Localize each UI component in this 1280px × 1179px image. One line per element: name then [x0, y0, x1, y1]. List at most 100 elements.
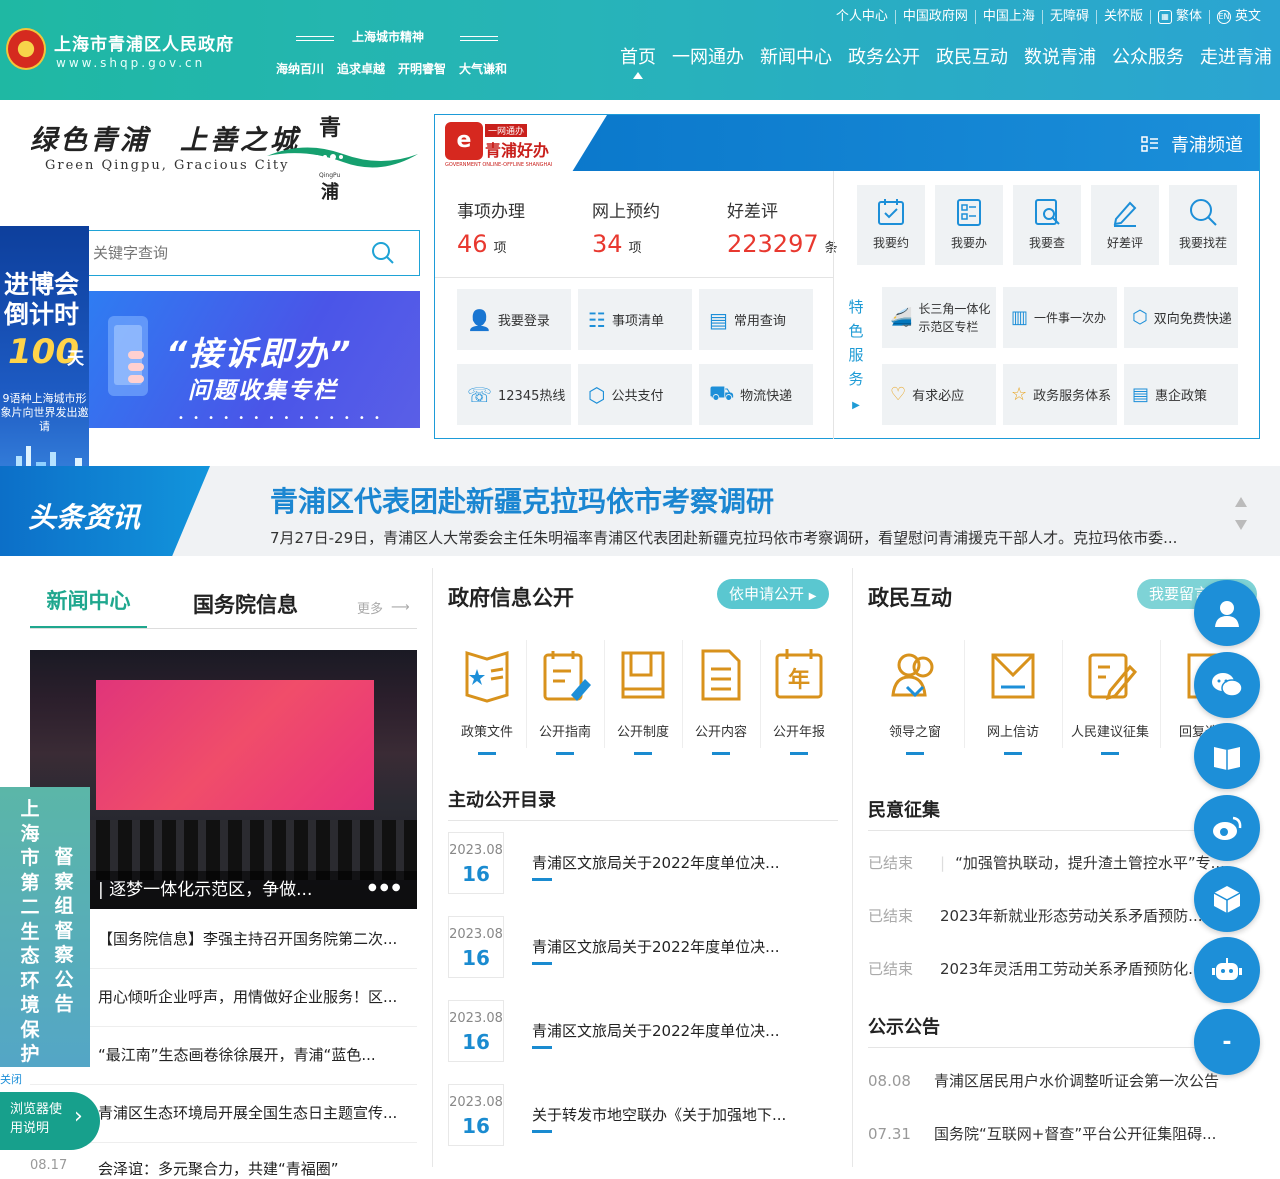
service-divider-v — [833, 171, 834, 439]
quick-apply[interactable]: 我要办 — [935, 185, 1003, 265]
search-icon[interactable] — [371, 241, 395, 265]
nav-about[interactable]: 走进青浦 — [1192, 43, 1280, 69]
float-app-button[interactable] — [1194, 723, 1260, 789]
tile-one-thing[interactable]: ▥ 一件事一次办 — [1003, 287, 1117, 348]
document-search-icon — [1035, 199, 1060, 225]
link-care-edition[interactable]: 关怀版 — [1095, 10, 1150, 24]
news-more-link[interactable]: 更多 ⟶ — [357, 598, 410, 617]
carousel-dots[interactable]: ● ● ● — [368, 882, 401, 893]
opinion-item[interactable]: 已结束 2023年新就业形态劳动关系矛盾预防... — [868, 905, 1246, 925]
link-china-gov[interactable]: 中国政府网 — [894, 10, 975, 24]
tile-logistics[interactable]: ⛟ 物流快递 — [699, 364, 813, 425]
notice-close-button[interactable]: 关闭 — [0, 1071, 22, 1087]
banner-complaint-column[interactable]: “接诉即办” 问题收集专栏 • • • • • • • • • • • • • … — [86, 291, 420, 428]
star-badge-icon: ☆ — [1011, 384, 1028, 405]
news-item[interactable]: 用心倾听企业呼声，用情做好企业服务！区... — [98, 986, 418, 1007]
service-logo[interactable]: e 一网通办 青浦好办 GOVERNMENT ONLINE-OFFLINE SH… — [435, 115, 607, 171]
link-china-shanghai[interactable]: 中国上海 — [974, 10, 1042, 24]
opinion-item[interactable]: 已结束 2023年灵活用工劳动关系矛盾预防化... — [868, 958, 1246, 978]
interact-leaders[interactable]: 领导之窗 — [876, 645, 954, 755]
quick-report[interactable]: 我要找茬 — [1169, 185, 1237, 265]
link-accessibility[interactable]: 无障碍 — [1041, 10, 1096, 24]
tile-on-demand[interactable]: ♡ 有求必应 — [882, 364, 996, 425]
tile-login[interactable]: 👤 我要登录 — [457, 289, 571, 350]
headline-summary[interactable]: 7月27日-29日，青浦区人大常委会主任朱明福率青浦区代表团赴新疆克拉玛依市考察… — [270, 527, 1236, 548]
gov-icon-system[interactable]: 公开制度 — [604, 645, 682, 755]
browser-guide-button[interactable]: 浏览器使用说明 › — [0, 1092, 100, 1150]
directory-item[interactable]: 2023.08 16 青浦区文旅局关于2022年度单位决... — [448, 916, 838, 978]
news-item[interactable]: 青浦区生态环境局开展全国生态日主题宣传... — [98, 1102, 418, 1123]
apply-disclosure-button[interactable]: 依申请公开 ▶ — [717, 579, 829, 609]
opinion-item[interactable]: 已结束 | “加强管执联动，提升渣土管控水平”专... — [868, 852, 1246, 872]
float-user-button[interactable] — [1194, 580, 1260, 646]
nav-news[interactable]: 新闻中心 — [752, 43, 840, 69]
directory-item[interactable]: 2023.08 16 青浦区文旅局关于2022年度单位决... — [448, 832, 838, 894]
mail-icon — [991, 653, 1035, 699]
nav-home[interactable]: 首页 — [612, 43, 664, 79]
nav-public-service[interactable]: 公众服务 — [1104, 43, 1192, 69]
float-cube-button[interactable] — [1194, 866, 1260, 932]
tile-payment[interactable]: ⬡ 公共支付 — [578, 364, 692, 425]
headline-title[interactable]: 青浦区代表团赴新疆克拉玛依市考察调研 — [270, 480, 774, 520]
tile-label: 公共支付 — [611, 389, 664, 404]
tab-state-council[interactable]: 国务院信息 — [193, 589, 298, 619]
notice-col1: 上海市第二生态环境保护 — [20, 798, 40, 1065]
tab-news-center[interactable]: 新闻中心 — [30, 585, 147, 629]
stat-item[interactable]: 好差评 223297 条 — [727, 197, 862, 258]
quick-query[interactable]: 我要查 — [1013, 185, 1081, 265]
float-robot-button[interactable] — [1194, 937, 1260, 1003]
gov-icon-annual[interactable]: 年 公开年报 — [760, 645, 838, 755]
spirit-word: 追求卓越 — [337, 62, 386, 76]
spirit-title: 上海城市精神 — [352, 30, 425, 44]
gov-icon-content[interactable]: 公开内容 — [682, 645, 760, 755]
tile-label: 有求必应 — [912, 389, 965, 404]
checklist-icon: ☷ — [588, 307, 606, 332]
quick-rate[interactable]: 好差评 — [1091, 185, 1159, 265]
news-item[interactable]: 【国务院信息】李强主持召开国务院第二次... — [98, 928, 418, 949]
channel-link[interactable]: 青浦频道 — [1141, 131, 1243, 157]
tile-business-policy[interactable]: ▤ 惠企政策 — [1124, 364, 1238, 425]
gov-icon-policy[interactable]: 政策文件 — [448, 645, 526, 755]
notice-item[interactable]: 08.08 青浦区居民用户水价调整听证会第一次公告 — [868, 1070, 1258, 1091]
spirit-word: 大气谦和 — [459, 62, 508, 76]
nav-one-stop[interactable]: 一网通办 — [664, 43, 752, 69]
directory-line — [448, 820, 838, 821]
stat-number: 34 — [592, 230, 623, 258]
tile-common-query[interactable]: ▤ 常用查询 — [699, 289, 813, 350]
ecology-inspection-notice[interactable]: 上海市第二生态环境保护 督察组督察公告 — [0, 787, 90, 1067]
gov-icon-guide[interactable]: 公开指南 — [526, 645, 604, 755]
directory-item[interactable]: 2023.08 16 关于转发市地空联办《关于加强地下... — [448, 1084, 838, 1146]
link-traditional[interactable]: ▦ 繁体 — [1149, 10, 1209, 24]
news-item[interactable]: “最江南”生态画卷徐徐展开，青浦“蓝色... — [98, 1044, 418, 1065]
interact-petition[interactable]: 网上信访 — [974, 645, 1052, 755]
directory-item[interactable]: 2023.08 16 青浦区文旅局关于2022年度单位决... — [448, 1000, 838, 1062]
float-collapse-button[interactable]: - — [1194, 1009, 1260, 1075]
service-header-bar: e 一网通办 青浦好办 GOVERNMENT ONLINE-OFFLINE SH… — [435, 115, 1259, 171]
quick-book[interactable]: 我要约 — [857, 185, 925, 265]
tile-label: 长三角一体化示范区专栏 — [918, 301, 991, 334]
nav-gov-affairs[interactable]: 政务公开 — [840, 43, 928, 69]
tile-yangtze-delta[interactable]: 🚄 长三角一体化示范区专栏 — [882, 287, 996, 348]
float-wechat-button[interactable] — [1194, 652, 1260, 718]
site-title[interactable]: 上海市青浦区人民政府 — [54, 30, 234, 55]
tile-free-delivery[interactable]: ⬡ 双向免费快递 — [1124, 287, 1238, 348]
book-icon — [621, 651, 665, 699]
nav-data[interactable]: 数说青浦 — [1016, 43, 1104, 69]
news-item[interactable]: 会泽谊：多元聚合力，共建“青福圈” — [98, 1158, 418, 1179]
float-ad-line1: 进博会 — [4, 270, 80, 299]
interact-suggestions[interactable]: 人民建议征集 — [1064, 645, 1156, 755]
link-english[interactable]: EN 英文 — [1208, 10, 1268, 24]
notice-item[interactable]: 07.31 国务院“互联网+督查”平台公开征集阻碍... — [868, 1123, 1258, 1144]
headline-prev-icon[interactable] — [1235, 497, 1247, 507]
stat-item[interactable]: 事项办理 46 项 — [457, 197, 592, 258]
tile-service-system[interactable]: ☆ 政务服务体系 — [1003, 364, 1117, 425]
headline-next-icon[interactable] — [1235, 520, 1247, 530]
tile-list[interactable]: ☷ 事项清单 — [578, 289, 692, 350]
float-ad-ciie[interactable]: 进博会 倒计时 100 天 9语种上海城市形象片向世界发出邀请 — [0, 226, 89, 496]
link-personal-center[interactable]: 个人中心 — [829, 10, 895, 24]
stat-item[interactable]: 网上预约 34 项 — [592, 197, 727, 258]
search-input[interactable] — [87, 231, 357, 275]
tile-hotline[interactable]: ☏ 12345热线 — [457, 364, 571, 425]
nav-interaction[interactable]: 政民互动 — [928, 43, 1016, 69]
float-weibo-button[interactable] — [1194, 795, 1260, 861]
